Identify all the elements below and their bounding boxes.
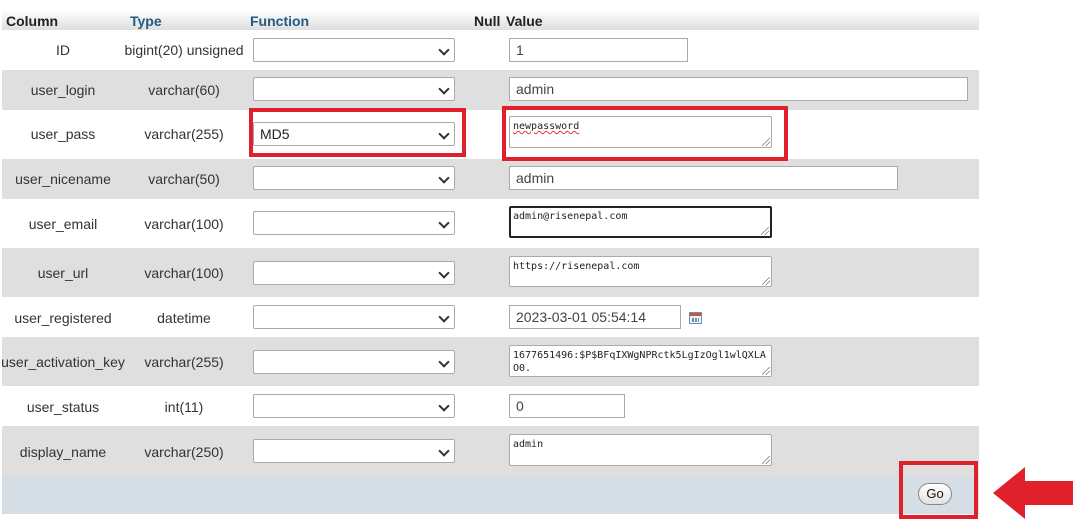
value-input-id[interactable]: 1 — [509, 38, 688, 62]
column-type: datetime — [157, 310, 211, 326]
function-select-user-login[interactable] — [253, 77, 455, 101]
go-button[interactable]: Go — [918, 483, 952, 505]
arrow-left-icon — [993, 467, 1073, 519]
value-text: admin@risenepal.com — [513, 211, 628, 222]
table-row: user_pass varchar(255) — [2, 110, 979, 159]
calendar-icon[interactable] — [689, 312, 702, 324]
chevron-down-icon — [438, 311, 450, 323]
chevron-down-icon — [438, 217, 450, 229]
value-input-user-registered[interactable]: 2023-03-01 05:54:14 — [509, 305, 681, 329]
chevron-down-icon — [438, 267, 450, 279]
chevron-down-icon — [438, 356, 450, 368]
column-name: user_registered — [14, 310, 112, 326]
form-footer — [2, 477, 979, 514]
column-type: varchar(100) — [144, 216, 224, 232]
table-header: Column Type Function Null Value — [2, 10, 979, 30]
value-input-user-status[interactable]: 0 — [509, 394, 625, 418]
chevron-down-icon — [438, 445, 450, 457]
resize-grip-icon[interactable] — [762, 138, 770, 146]
function-select-user-email[interactable] — [253, 211, 455, 235]
chevron-down-icon — [438, 128, 450, 140]
function-select-display-name[interactable] — [253, 439, 455, 463]
value-textarea-user-pass[interactable]: newpassword — [509, 116, 772, 148]
function-select-user-pass[interactable]: MD5 — [253, 122, 455, 146]
header-column: Column — [6, 13, 59, 29]
header-value: Value — [506, 13, 543, 29]
table-row: ID bigint(20) unsigned — [2, 30, 979, 70]
column-type: int(11) — [164, 399, 204, 415]
resize-grip-icon[interactable] — [762, 277, 770, 285]
table-row: user_url varchar(100) — [2, 248, 979, 297]
column-name: user_activation_key — [1, 354, 125, 370]
value-input-user-nicename[interactable]: admin — [509, 166, 898, 190]
function-select-user-nicename[interactable] — [253, 166, 455, 190]
value-textarea-display-name[interactable]: admin — [509, 434, 772, 466]
value-textarea-user-url[interactable]: https://risenepal.com — [509, 256, 772, 287]
table-row: user_email varchar(100) — [2, 199, 979, 248]
value-textarea-user-email[interactable]: admin@risenepal.com — [509, 206, 772, 238]
chevron-down-icon — [438, 44, 450, 56]
value-text: https://risenepal.com — [513, 261, 640, 272]
column-type: varchar(255) — [144, 126, 224, 142]
table-row: user_status int(11) — [2, 386, 979, 426]
value-text: 1677651496:$P$BFqIXWgNPRctk5LgIzOgl1wlQX… — [513, 350, 766, 374]
function-select-id[interactable] — [253, 38, 455, 62]
column-type: varchar(60) — [148, 82, 220, 98]
column-type: varchar(250) — [144, 444, 224, 460]
column-name: ID — [56, 42, 70, 58]
function-select-user-status[interactable] — [253, 394, 455, 418]
column-name: user_url — [37, 265, 89, 281]
column-type: bigint(20) unsigned — [124, 42, 244, 58]
column-type: varchar(100) — [144, 265, 224, 281]
column-type: varchar(50) — [148, 171, 220, 187]
header-null: Null — [474, 13, 501, 29]
function-value: MD5 — [260, 126, 290, 142]
resize-grip-icon[interactable] — [761, 227, 769, 235]
resize-grip-icon[interactable] — [762, 367, 770, 375]
value-input-user-login[interactable]: admin — [509, 77, 968, 101]
function-select-user-registered[interactable] — [253, 305, 455, 329]
function-select-user-url[interactable] — [253, 261, 455, 285]
column-name: user_pass — [30, 126, 96, 142]
chevron-down-icon — [438, 400, 450, 412]
chevron-down-icon — [438, 172, 450, 184]
resize-grip-icon[interactable] — [762, 456, 770, 464]
header-function[interactable]: Function — [250, 13, 309, 29]
value-text: newpassword — [513, 121, 580, 132]
chevron-down-icon — [438, 83, 450, 95]
value-textarea-user-activation-key[interactable]: 1677651496:$P$BFqIXWgNPRctk5LgIzOgl1wlQX… — [509, 345, 772, 377]
table-row: display_name varchar(250) — [2, 426, 979, 477]
column-type: varchar(255) — [144, 354, 224, 370]
header-type[interactable]: Type — [130, 13, 162, 29]
function-select-user-activation-key[interactable] — [253, 350, 455, 374]
value-text: admin — [513, 439, 544, 450]
table-row: user_registered datetime — [2, 297, 979, 337]
column-name: display_name — [19, 444, 107, 460]
table-row: user_activation_key varchar(255) — [1, 337, 979, 386]
column-name: user_email — [28, 216, 98, 232]
column-name: user_nicename — [15, 171, 111, 187]
column-name: user_status — [26, 399, 100, 415]
column-name: user_login — [30, 82, 96, 98]
